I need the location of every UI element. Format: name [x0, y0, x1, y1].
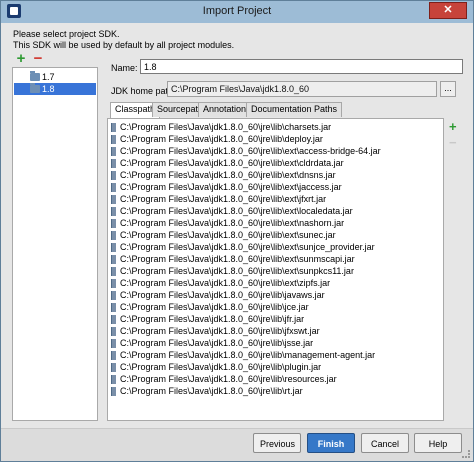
classpath-entry: C:\Program Files\Java\jdk1.8.0_60\jre\li… [120, 302, 309, 312]
list-item[interactable]: C:\Program Files\Java\jdk1.8.0_60\jre\li… [109, 170, 443, 181]
name-label: Name: [111, 63, 138, 73]
classpath-entry: C:\Program Files\Java\jdk1.8.0_60\jre\li… [120, 338, 314, 348]
list-item[interactable]: C:\Program Files\Java\jdk1.8.0_60\jre\li… [109, 158, 443, 169]
list-item[interactable]: C:\Program Files\Java\jdk1.8.0_60\jre\li… [109, 386, 443, 397]
jar-icon [111, 291, 116, 300]
name-input[interactable] [140, 59, 463, 74]
list-item[interactable]: C:\Program Files\Java\jdk1.8.0_60\jre\li… [109, 326, 443, 337]
jdk-folder-icon [30, 71, 40, 81]
list-item[interactable]: C:\Program Files\Java\jdk1.8.0_60\jre\li… [109, 350, 443, 361]
jar-icon [111, 363, 116, 372]
sdk-item-1-8[interactable]: 1.8 [14, 83, 96, 95]
tab-documentation-paths[interactable]: Documentation Paths [246, 102, 343, 117]
jar-icon [111, 279, 116, 288]
jar-icon [111, 183, 116, 192]
list-item[interactable]: C:\Program Files\Java\jdk1.8.0_60\jre\li… [109, 314, 443, 325]
list-item[interactable]: C:\Program Files\Java\jdk1.8.0_60\jre\li… [109, 218, 443, 229]
jdk-home-path-field[interactable]: C:\Program Files\Java\jdk1.8.0_60 [167, 81, 437, 97]
classpath-entry: C:\Program Files\Java\jdk1.8.0_60\jre\li… [120, 326, 320, 336]
sdk-item-label: 1.7 [42, 72, 55, 82]
jar-icon [111, 339, 116, 348]
classpath-entry: C:\Program Files\Java\jdk1.8.0_60\jre\li… [120, 182, 342, 192]
list-item[interactable]: C:\Program Files\Java\jdk1.8.0_60\jre\li… [109, 182, 443, 193]
list-item[interactable]: C:\Program Files\Java\jdk1.8.0_60\jre\li… [109, 266, 443, 277]
jar-icon [111, 255, 116, 264]
close-button[interactable]: ✕ [429, 2, 467, 19]
jar-icon [111, 219, 116, 228]
finish-button[interactable]: Finish [307, 433, 355, 453]
resize-grip[interactable] [462, 450, 470, 458]
classpath-entry: C:\Program Files\Java\jdk1.8.0_60\jre\li… [120, 230, 336, 240]
list-item[interactable]: C:\Program Files\Java\jdk1.8.0_60\jre\li… [109, 290, 443, 301]
sdk-item-label: 1.8 [42, 84, 55, 94]
jar-icon [111, 159, 116, 168]
classpath-entry: C:\Program Files\Java\jdk1.8.0_60\jre\li… [120, 134, 323, 144]
list-item[interactable]: C:\Program Files\Java\jdk1.8.0_60\jre\li… [109, 194, 443, 205]
jar-icon [111, 387, 116, 396]
jar-icon [111, 315, 116, 324]
remove-path-icon[interactable]: − [449, 136, 457, 149]
jar-icon [111, 207, 116, 216]
classpath-entry: C:\Program Files\Java\jdk1.8.0_60\jre\li… [120, 290, 325, 300]
instruction-text: Please select project SDK. [13, 29, 120, 39]
list-item[interactable]: C:\Program Files\Java\jdk1.8.0_60\jre\li… [109, 206, 443, 217]
classpath-entry: C:\Program Files\Java\jdk1.8.0_60\jre\li… [120, 146, 381, 156]
add-path-icon[interactable]: + [449, 120, 457, 133]
jar-icon [111, 123, 116, 132]
list-item[interactable]: C:\Program Files\Java\jdk1.8.0_60\jre\li… [109, 374, 443, 385]
classpath-entry: C:\Program Files\Java\jdk1.8.0_60\jre\li… [120, 242, 375, 252]
classpath-entry: C:\Program Files\Java\jdk1.8.0_60\jre\li… [120, 170, 336, 180]
list-item[interactable]: C:\Program Files\Java\jdk1.8.0_60\jre\li… [109, 302, 443, 313]
jdk-folder-icon [30, 83, 40, 93]
list-item[interactable]: C:\Program Files\Java\jdk1.8.0_60\jre\li… [109, 362, 443, 373]
classpath-entry: C:\Program Files\Java\jdk1.8.0_60\jre\li… [120, 218, 345, 228]
list-item[interactable]: C:\Program Files\Java\jdk1.8.0_60\jre\li… [109, 122, 443, 133]
jdk-home-path-label: JDK home path: [111, 86, 176, 96]
import-project-dialog: Import Project ✕ Please select project S… [0, 0, 474, 462]
previous-button[interactable]: Previous [253, 433, 301, 453]
jar-icon [111, 147, 116, 156]
jar-icon [111, 375, 116, 384]
classpath-list: C:\Program Files\Java\jdk1.8.0_60\jre\li… [107, 118, 444, 421]
jar-icon [111, 231, 116, 240]
cancel-button[interactable]: Cancel [361, 433, 409, 453]
classpath-entry: C:\Program Files\Java\jdk1.8.0_60\jre\li… [120, 374, 337, 384]
classpath-entry: C:\Program Files\Java\jdk1.8.0_60\jre\li… [120, 206, 353, 216]
classpath-entry: C:\Program Files\Java\jdk1.8.0_60\jre\li… [120, 362, 322, 372]
add-sdk-icon[interactable]: + [15, 51, 27, 66]
remove-sdk-icon[interactable]: − [32, 51, 44, 66]
classpath-entry: C:\Program Files\Java\jdk1.8.0_60\jre\li… [120, 386, 303, 396]
list-item[interactable]: C:\Program Files\Java\jdk1.8.0_60\jre\li… [109, 230, 443, 241]
classpath-entry: C:\Program Files\Java\jdk1.8.0_60\jre\li… [120, 158, 344, 168]
jar-icon [111, 195, 116, 204]
jar-icon [111, 327, 116, 336]
list-item[interactable]: C:\Program Files\Java\jdk1.8.0_60\jre\li… [109, 134, 443, 145]
sdk-list: 1.7 1.8 [12, 67, 98, 421]
dialog-title: Import Project [202, 5, 272, 17]
classpath-entry: C:\Program Files\Java\jdk1.8.0_60\jre\li… [120, 350, 376, 360]
classpath-entry: C:\Program Files\Java\jdk1.8.0_60\jre\li… [120, 266, 354, 276]
classpath-entry: C:\Program Files\Java\jdk1.8.0_60\jre\li… [120, 278, 331, 288]
jar-icon [111, 303, 116, 312]
jar-icon [111, 243, 116, 252]
jar-icon [111, 351, 116, 360]
sdk-item-1-7[interactable]: 1.7 [14, 71, 96, 83]
classpath-entry: C:\Program Files\Java\jdk1.8.0_60\jre\li… [120, 122, 332, 132]
classpath-entry: C:\Program Files\Java\jdk1.8.0_60\jre\li… [120, 314, 305, 324]
list-item[interactable]: C:\Program Files\Java\jdk1.8.0_60\jre\li… [109, 254, 443, 265]
classpath-entry: C:\Program Files\Java\jdk1.8.0_60\jre\li… [120, 254, 355, 264]
classpath-entry: C:\Program Files\Java\jdk1.8.0_60\jre\li… [120, 194, 327, 204]
jar-icon [111, 267, 116, 276]
list-item[interactable]: C:\Program Files\Java\jdk1.8.0_60\jre\li… [109, 338, 443, 349]
jar-icon [111, 135, 116, 144]
title-bar[interactable]: Import Project ✕ [1, 1, 473, 23]
help-button[interactable]: Help [414, 433, 462, 453]
list-item[interactable]: C:\Program Files\Java\jdk1.8.0_60\jre\li… [109, 242, 443, 253]
list-item[interactable]: C:\Program Files\Java\jdk1.8.0_60\jre\li… [109, 146, 443, 157]
jar-icon [111, 171, 116, 180]
browse-button[interactable]: ... [440, 81, 456, 97]
list-item[interactable]: C:\Program Files\Java\jdk1.8.0_60\jre\li… [109, 278, 443, 289]
instruction-subtext: This SDK will be used by default by all … [13, 40, 235, 50]
